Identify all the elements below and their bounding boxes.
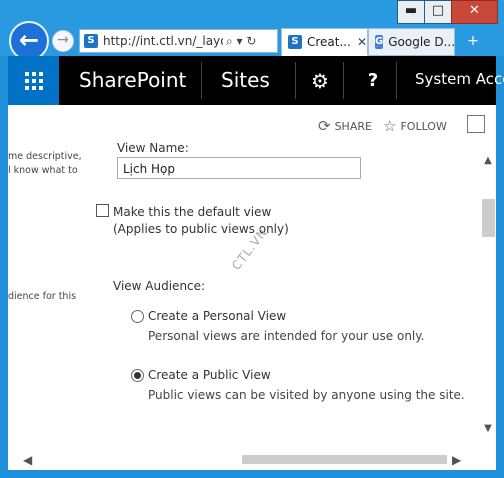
app-launcher-button[interactable] [8,56,59,105]
new-tab-button[interactable]: + [460,30,486,52]
page-content: ⟳ SHARE ☆ FOLLOW me descriptive, l know … [8,105,496,470]
view-audience-label: View Audience: [113,279,206,293]
divider [295,62,296,99]
view-name-input[interactable]: Lịch Họp [117,157,361,179]
share-label: SHARE [334,119,372,133]
maximize-button[interactable]: □ [424,0,452,24]
tab-create-view[interactable]: S Creat... ✕ [281,28,368,56]
personal-view-label: Create a Personal View [148,309,287,323]
browser-window: ▬ □ ✕ ← → S http://int.ctl.vn/_layou ⌕ ▾… [0,0,504,478]
personal-view-radio[interactable] [131,310,144,323]
minimize-button[interactable]: ▬ [397,0,425,24]
tab-label: Google D... [388,35,455,49]
help-text: me descriptive, [8,151,82,162]
command-bar: ⟳ SHARE ☆ FOLLOW [8,105,496,141]
brand-title[interactable]: SharePoint [79,68,186,92]
vertical-scrollbar[interactable]: ▲ ▼ [479,141,496,453]
sharepoint-favicon-icon: S [84,34,98,48]
account-menu[interactable]: System Acco [415,70,504,88]
back-arrow-icon: ← [18,26,40,54]
address-url[interactable]: http://int.ctl.vn/_layou [103,34,223,48]
scroll-up-icon[interactable]: ▲ [482,155,494,166]
sharepoint-tab-icon: S [288,35,302,49]
app-launcher-icon [25,72,43,90]
address-controls-icon[interactable]: ⌕ ▾ ↻ [226,34,256,49]
scroll-left-icon[interactable]: ◀ [23,453,32,467]
horizontal-scrollbar[interactable]: ◀ ▶ [8,451,479,468]
forward-button[interactable]: → [52,30,74,52]
public-view-label: Create a Public View [148,368,271,382]
divider [201,62,202,99]
default-view-label: Make this the default view [113,205,272,219]
share-icon: ⟳ [318,117,331,135]
back-button[interactable]: ← [9,21,49,61]
star-icon: ☆ [383,117,397,135]
forward-arrow-icon: → [57,32,69,48]
horizontal-scroll-thumb[interactable] [242,455,447,464]
share-button[interactable]: ⟳ SHARE [318,117,372,135]
divider [343,62,344,99]
help-text: l know what to [8,165,78,176]
browser-chrome: ▬ □ ✕ ← → S http://int.ctl.vn/_layou ⌕ ▾… [0,0,504,61]
public-view-radio[interactable] [131,369,144,382]
sites-link[interactable]: Sites [221,68,270,92]
close-tab-icon[interactable]: ✕ [357,35,367,49]
follow-label: FOLLOW [400,119,447,133]
tab-google-docs[interactable]: G Google D... [368,28,455,56]
tab-label: Creat... [307,35,351,49]
scroll-right-icon[interactable]: ▶ [452,453,461,467]
address-bar[interactable]: S http://int.ctl.vn/_layou ⌕ ▾ ↻ [79,29,278,53]
vertical-scroll-thumb[interactable] [482,199,495,237]
settings-gear-icon[interactable]: ⚙ [305,66,335,96]
close-window-button[interactable]: ✕ [451,0,498,24]
personal-view-description: Personal views are intended for your use… [148,329,425,343]
default-view-checkbox[interactable] [96,204,109,217]
scroll-down-icon[interactable]: ▼ [482,423,494,434]
public-view-description: Public views can be visited by anyone us… [148,388,465,402]
divider [396,62,397,99]
plus-icon: + [467,33,479,49]
help-icon[interactable]: ? [358,66,388,96]
help-text: dience for this [8,291,77,302]
focus-mode-icon[interactable] [467,115,485,133]
google-tab-icon: G [375,35,384,49]
follow-button[interactable]: ☆ FOLLOW [383,117,447,135]
view-name-label: View Name: [117,141,189,155]
suite-bar: SharePoint Sites ⚙ ? System Acco [8,56,504,105]
